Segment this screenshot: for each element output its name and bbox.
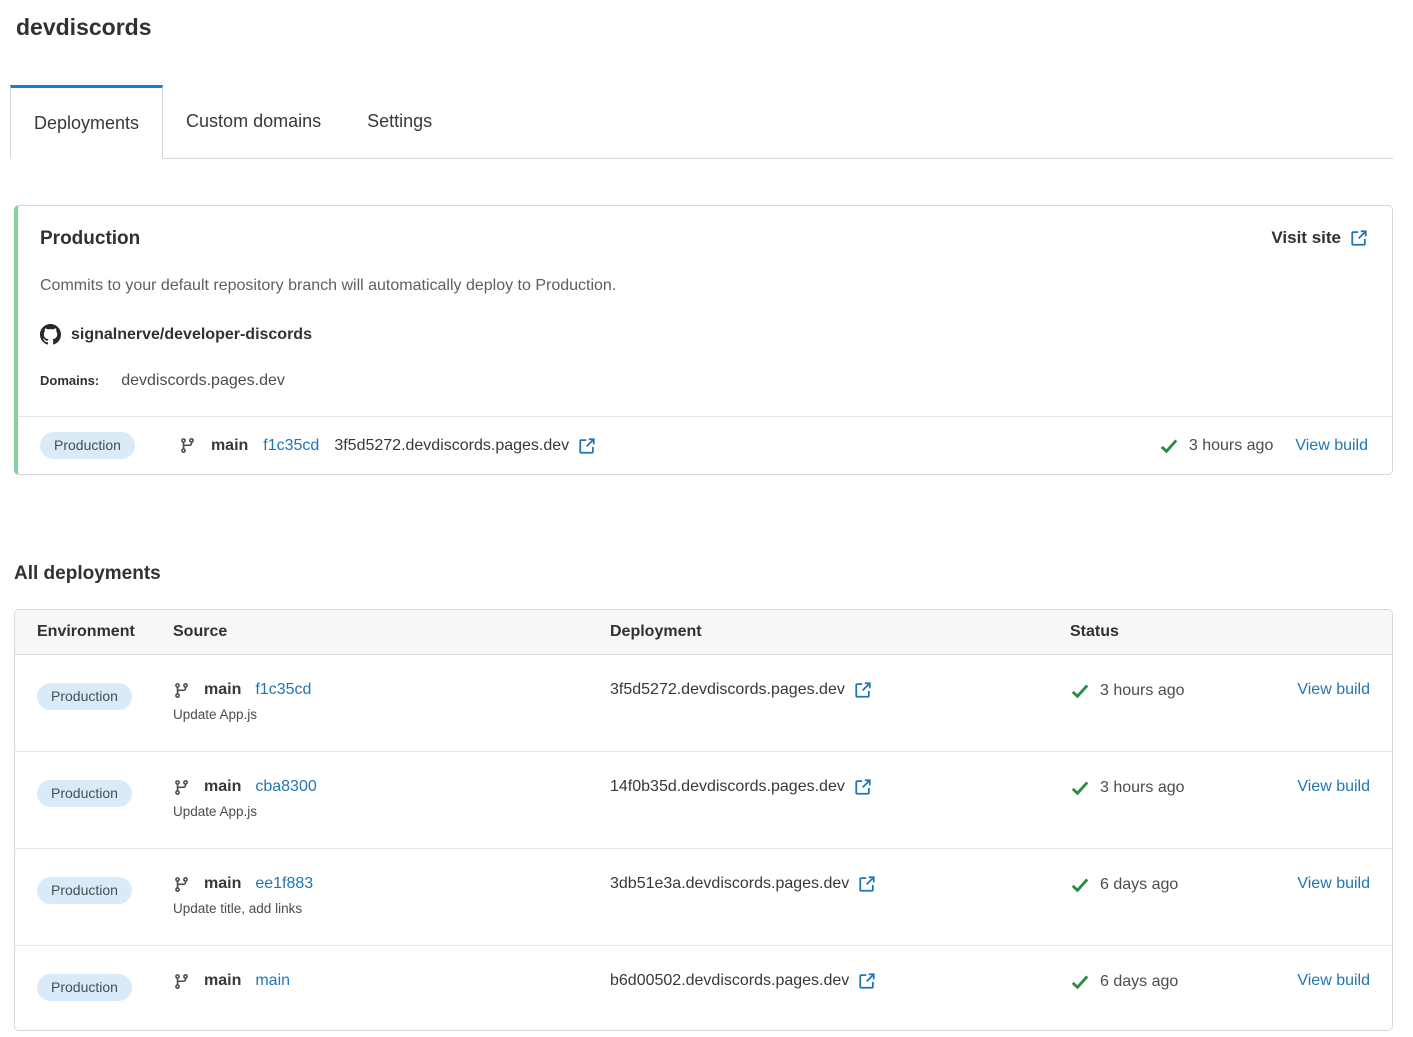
git-branch-icon (173, 973, 190, 990)
external-link-icon[interactable] (858, 972, 876, 990)
deployment-time: 3 hours ago (1188, 436, 1274, 454)
all-deployments-title: All deployments (14, 563, 161, 584)
deployment-time: 3 hours ago (1100, 682, 1185, 699)
deployment-time: 6 days ago (1100, 973, 1179, 990)
production-description: Commits to your default repository branc… (40, 277, 617, 294)
git-branch-icon (173, 682, 190, 699)
commit-message: Update title, add links (173, 901, 303, 916)
table-row: Production main cba8300 Update App.js 14… (15, 752, 1392, 849)
repo-line: signalnerve/developer-discords (40, 324, 1368, 345)
commit-message: Update App.js (173, 804, 258, 819)
column-source: Source (173, 623, 228, 640)
success-check-icon (1070, 681, 1090, 701)
success-check-icon (1070, 778, 1090, 798)
production-card-title: Production (40, 228, 141, 249)
git-branch-icon (179, 437, 196, 454)
success-check-icon (1159, 436, 1179, 456)
git-branch-icon (173, 779, 190, 796)
deployment-url: 3db51e3a.devdiscords.pages.dev (610, 875, 850, 892)
branch-name: main (210, 436, 249, 454)
environment-badge: Production (37, 683, 132, 710)
production-card: Production Visit site Commits to your de… (14, 205, 1393, 475)
pages-project-page: devdiscords Deployments Custom domains S… (0, 0, 1413, 1031)
external-link-icon (1350, 229, 1368, 247)
domains-label: Domains: (40, 373, 100, 388)
commit-link[interactable]: f1c35cd (263, 437, 319, 455)
view-build-link[interactable]: View build (1297, 972, 1370, 989)
deployment-url: 14f0b35d.devdiscords.pages.dev (610, 778, 845, 795)
environment-badge: Production (37, 877, 132, 904)
deployment-time: 3 hours ago (1100, 779, 1185, 796)
column-deployment: Deployment (610, 623, 702, 640)
commit-link[interactable]: f1c35cd (255, 681, 311, 699)
repo-name: signalnerve/developer-discords (71, 325, 312, 343)
tab-settings[interactable]: Settings (344, 85, 455, 158)
column-environment: Environment (37, 623, 135, 640)
github-icon (40, 324, 61, 345)
domains-value: devdiscords.pages.dev (121, 372, 285, 389)
deployment-url: b6d00502.devdiscords.pages.dev (610, 972, 850, 989)
environment-badge: Production (37, 780, 132, 807)
tab-bar: Deployments Custom domains Settings (10, 85, 1393, 159)
deployment-url: 3f5d5272.devdiscords.pages.dev (610, 681, 845, 698)
deployment-url: 3f5d5272.devdiscords.pages.dev (334, 436, 570, 454)
external-link-icon[interactable] (578, 437, 596, 455)
view-build-link[interactable]: View build (1297, 778, 1370, 795)
environment-badge: Production (40, 432, 135, 459)
success-check-icon (1070, 972, 1090, 992)
environment-badge: Production (37, 974, 132, 1001)
production-deployment-row: Production main f1c35cd 3f5d5272.devdisc… (18, 416, 1392, 474)
external-link-icon[interactable] (854, 778, 872, 796)
table-header: Environment Source Deployment Status (15, 610, 1392, 655)
table-row: Production main main b6d00502.devdiscord… (15, 946, 1392, 1030)
table-row: Production main f1c35cd Update App.js 3f… (15, 655, 1392, 752)
page-title: devdiscords (16, 14, 152, 40)
tab-custom-domains[interactable]: Custom domains (163, 85, 344, 158)
view-build-link[interactable]: View build (1295, 437, 1368, 455)
visit-site-label: Visit site (1271, 228, 1341, 247)
commit-link[interactable]: main (255, 972, 290, 990)
commit-message: Update App.js (173, 707, 258, 722)
commit-link[interactable]: ee1f883 (255, 875, 313, 893)
external-link-icon[interactable] (854, 681, 872, 699)
git-branch-icon (173, 876, 190, 893)
branch-name: main (204, 972, 242, 989)
commit-link[interactable]: cba8300 (255, 778, 316, 796)
table-row: Production main ee1f883 Update title, ad… (15, 849, 1392, 946)
success-check-icon (1070, 875, 1090, 895)
visit-site-link[interactable]: Visit site (1271, 228, 1368, 248)
view-build-link[interactable]: View build (1297, 681, 1370, 698)
branch-name: main (204, 875, 242, 892)
deployments-table: Environment Source Deployment Status Pro… (14, 609, 1393, 1031)
branch-name: main (204, 778, 242, 795)
deployment-time: 6 days ago (1100, 876, 1179, 893)
view-build-link[interactable]: View build (1297, 875, 1370, 892)
tab-deployments[interactable]: Deployments (10, 85, 164, 159)
external-link-icon[interactable] (858, 875, 876, 893)
column-status: Status (1070, 623, 1119, 640)
branch-name: main (204, 681, 242, 698)
domains-line: Domains: devdiscords.pages.dev (40, 372, 1368, 390)
